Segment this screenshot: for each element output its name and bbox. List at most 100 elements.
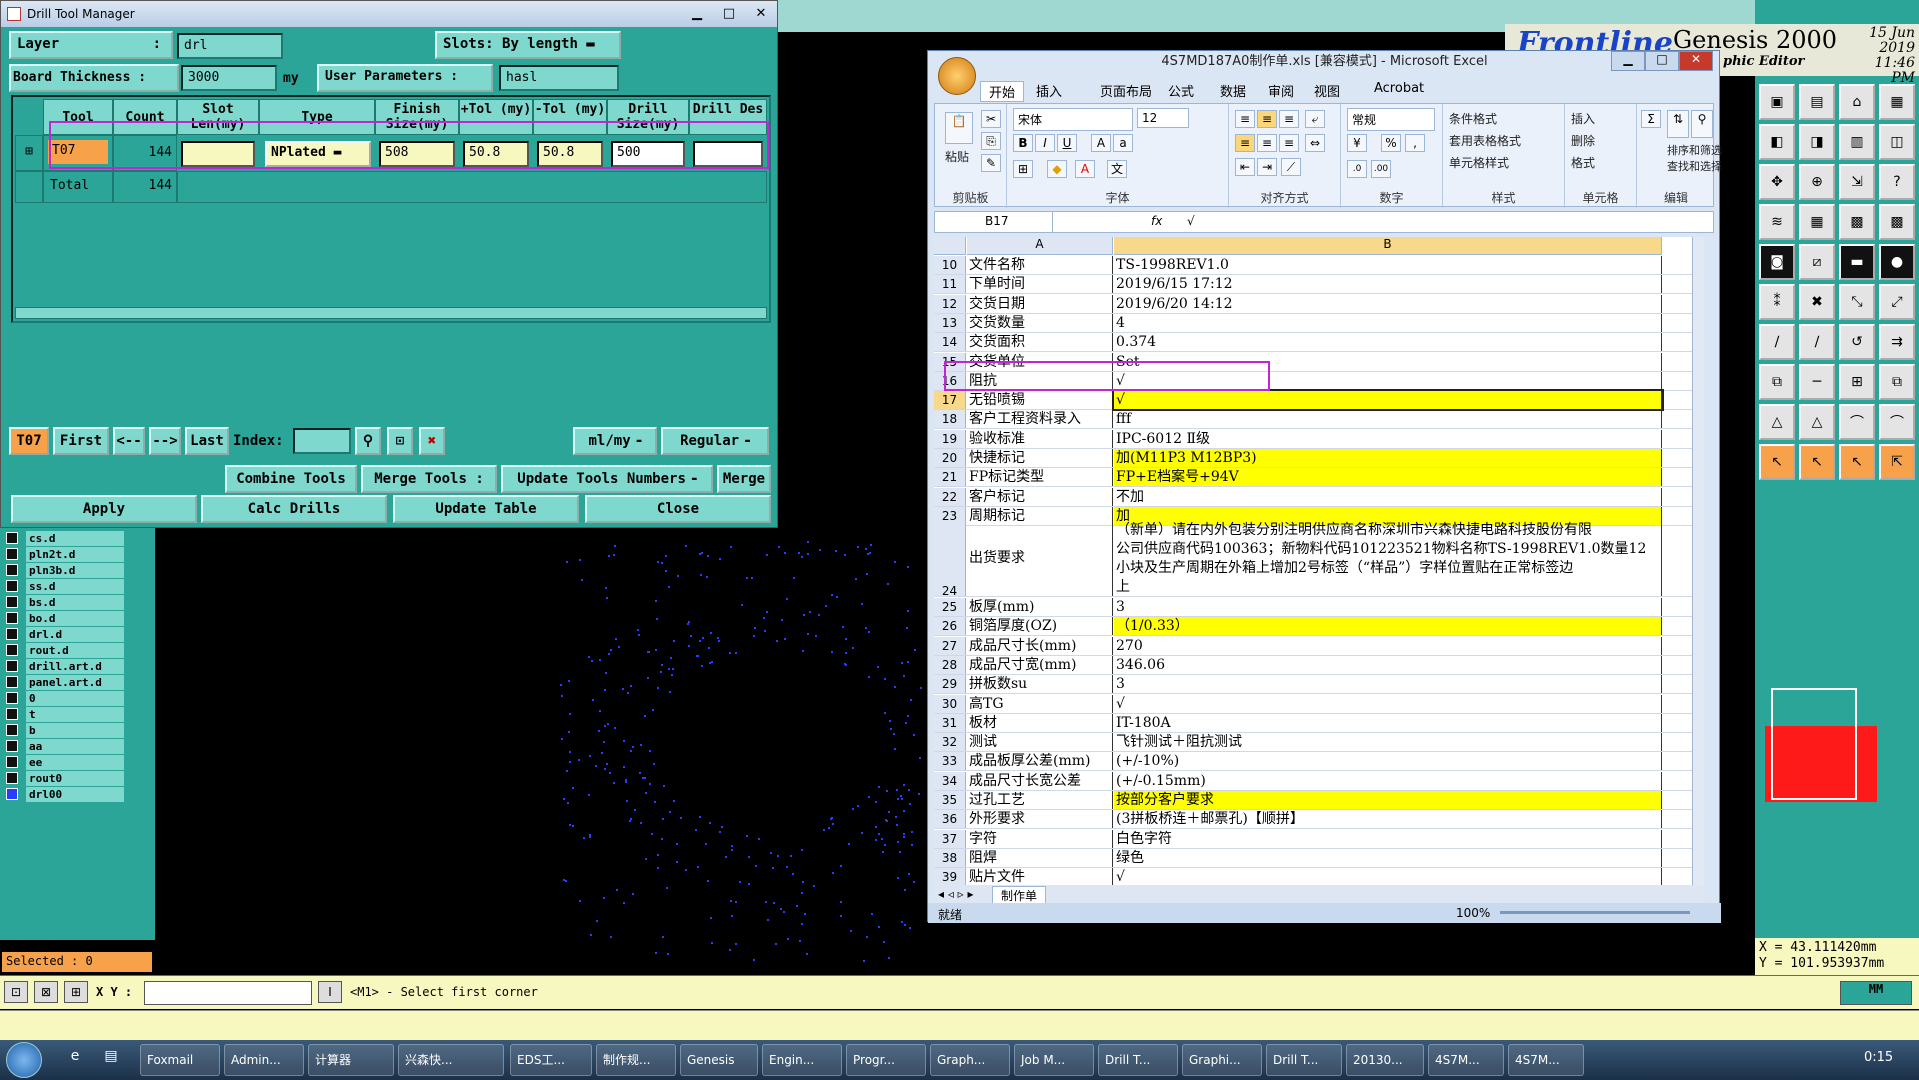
cell-a[interactable]: 文件名称	[967, 256, 1113, 274]
row-37[interactable]: 37 字符 白色字符	[934, 829, 1704, 849]
layer-row[interactable]: ee	[6, 754, 124, 770]
row-number[interactable]: 30	[934, 694, 966, 713]
taskbar-item[interactable]: 4S7M...	[1428, 1044, 1504, 1076]
cell-b[interactable]: 绿色	[1114, 848, 1662, 867]
taskbar-item[interactable]: 4S7M...	[1508, 1044, 1584, 1076]
align-middle-icon[interactable]: ≡	[1257, 110, 1277, 128]
format-cells[interactable]: 格式	[1571, 154, 1595, 171]
cell-b[interactable]: (+/-0.15mm)	[1114, 771, 1662, 790]
layer-row[interactable]: bs.d	[6, 594, 124, 610]
tool-icon-8[interactable]: ◫	[1879, 124, 1915, 160]
layer-row[interactable]: t	[6, 706, 124, 722]
cell-b[interactable]: fff	[1114, 410, 1662, 429]
ribbon-tab[interactable]: 公式	[1168, 81, 1194, 100]
orientation-icon[interactable]: ⟋	[1281, 158, 1301, 176]
layer-row[interactable]: cs.d	[6, 530, 124, 546]
row-number[interactable]: 13	[934, 313, 966, 332]
taskbar-item[interactable]: 兴森快...	[398, 1044, 504, 1076]
status-icon-1[interactable]: ⊡	[4, 981, 28, 1003]
row-number[interactable]: 20	[934, 449, 966, 467]
row-number[interactable]: 21	[934, 468, 966, 487]
taskbar-item[interactable]: Graphi...	[1182, 1044, 1262, 1076]
tool-icon-34[interactable]: △	[1799, 404, 1835, 440]
ie-icon[interactable]: e	[64, 1048, 86, 1070]
layer-row[interactable]: bo.d	[6, 610, 124, 626]
border-icon[interactable]: ⊞	[1013, 160, 1033, 178]
row-27[interactable]: 27 成品尺寸长(mm) 270	[934, 636, 1704, 656]
comma-icon[interactable]: ,	[1405, 134, 1425, 152]
cell-a[interactable]: 字符	[967, 829, 1113, 848]
zoom-slider[interactable]	[1500, 911, 1690, 914]
row-10[interactable]: 10 文件名称 TS-1998REV1.0	[934, 256, 1704, 275]
combine-tools-button[interactable]: Combine Tools	[225, 465, 357, 493]
tool-icon-24[interactable]: ⤢	[1879, 284, 1915, 320]
merge-button[interactable]: Merge	[717, 465, 771, 493]
cell-b[interactable]: 4	[1114, 313, 1662, 332]
row-number[interactable]: 35	[934, 791, 966, 809]
number-format-select[interactable]: 常规	[1347, 108, 1435, 131]
cell-b[interactable]: （1/0.33）	[1114, 617, 1662, 636]
tool-icon-20[interactable]: ●	[1879, 244, 1915, 280]
row-35[interactable]: 35 过孔工艺 按部分客户要求	[934, 791, 1704, 810]
insert-cells[interactable]: 插入	[1571, 110, 1595, 127]
cell-a[interactable]: 客户标记	[967, 487, 1113, 506]
layer-row[interactable]: b	[6, 722, 124, 738]
cell-a[interactable]: 成品尺寸宽(mm)	[967, 655, 1113, 674]
tool-icon-37[interactable]: ↖	[1759, 444, 1795, 480]
layer-checkbox[interactable]	[6, 548, 18, 560]
excel-close-icon[interactable]: ✕	[1679, 51, 1713, 71]
row-21[interactable]: 21 FP标记类型 FP+E档案号+94V	[934, 468, 1704, 488]
row-29[interactable]: 29 拼板数su 3	[934, 675, 1704, 695]
cell-a[interactable]: 交货数量	[967, 313, 1113, 332]
layer-checkbox[interactable]	[6, 724, 18, 736]
taskbar-item[interactable]: 20130...	[1346, 1044, 1424, 1076]
row-12[interactable]: 12 交货日期 2019/6/20 14:12	[934, 294, 1704, 314]
cell-a[interactable]: 验收标准	[967, 429, 1113, 448]
drill-window-titlebar[interactable]: Drill Tool Manager ▁ □ ✕	[1, 1, 777, 27]
update-table-button[interactable]: Update Table	[393, 495, 579, 523]
row-38[interactable]: 38 阻焊 绿色	[934, 848, 1704, 868]
layer-checkbox[interactable]	[6, 612, 18, 624]
taskbar-item[interactable]: 制作规...	[596, 1044, 676, 1076]
row-36[interactable]: 36 外形要求 (3拼板桥连＋邮票孔)【顺拼】	[934, 810, 1704, 830]
layer-checkbox[interactable]	[6, 740, 18, 752]
cell-b[interactable]: 加(M11P3 M12BP3)	[1114, 449, 1662, 467]
taskbar-item[interactable]: Engin...	[762, 1044, 842, 1076]
cell-a[interactable]: 测试	[967, 733, 1113, 752]
table-scrollbar[interactable]	[15, 307, 767, 319]
row-number[interactable]: 19	[934, 429, 966, 448]
row-number[interactable]: 14	[934, 333, 966, 352]
tool-icon-19[interactable]: ▬	[1839, 244, 1875, 280]
cell-a[interactable]: 交货日期	[967, 294, 1113, 313]
cell-b[interactable]: √	[1112, 389, 1664, 412]
layer-row[interactable]: rout0	[6, 770, 124, 786]
units-select[interactable]: ml/my	[573, 427, 657, 455]
cell-a[interactable]: 外形要求	[967, 810, 1113, 829]
index-action-1[interactable]: ⚲	[355, 427, 381, 455]
calc-drills-button[interactable]: Calc Drills	[201, 495, 387, 523]
col-header-b[interactable]: B	[1114, 237, 1662, 255]
cell-b[interactable]: 按部分客户要求	[1114, 791, 1662, 809]
ribbon-tab[interactable]: 开始	[980, 81, 1025, 102]
row-number[interactable]: 34	[934, 771, 966, 790]
wrap-text-icon[interactable]: ⤶	[1305, 110, 1325, 128]
fill-color-icon[interactable]: ◆	[1047, 160, 1067, 178]
tool-icon-13[interactable]: ≋	[1759, 204, 1795, 240]
user-params-field[interactable]: hasl	[499, 65, 619, 91]
excel-maximize-icon[interactable]: □	[1645, 51, 1679, 71]
taskbar-item[interactable]: Graph...	[930, 1044, 1010, 1076]
spreadsheet-grid[interactable]: A B 10 文件名称 TS-1998REV1.0 11 下单时间 2019/6/15 1…	[934, 237, 1704, 885]
layer-checkbox[interactable]	[6, 676, 18, 688]
shrink-font-icon[interactable]: a	[1113, 134, 1133, 152]
status-icon-3[interactable]: ⊞	[64, 981, 88, 1003]
cut-icon[interactable]: ✂	[981, 110, 1001, 128]
cell-a[interactable]: 成品尺寸长宽公差	[967, 771, 1113, 790]
explorer-icon[interactable]: ▤	[100, 1048, 122, 1070]
phonetic-icon[interactable]: 文	[1107, 160, 1127, 178]
row-24[interactable]: 24 出货要求 （新单）请在内外包装分别注明供应商名称深圳市兴森快捷电路科技股份…	[934, 521, 1704, 598]
row-number[interactable]: 37	[934, 829, 966, 848]
paste-label[interactable]: 粘贴	[945, 148, 969, 165]
row-number[interactable]: 26	[934, 617, 966, 636]
row-11[interactable]: 11 下单时间 2019/6/15 17:12	[934, 275, 1704, 295]
taskbar-item[interactable]: EDS工...	[510, 1044, 592, 1076]
